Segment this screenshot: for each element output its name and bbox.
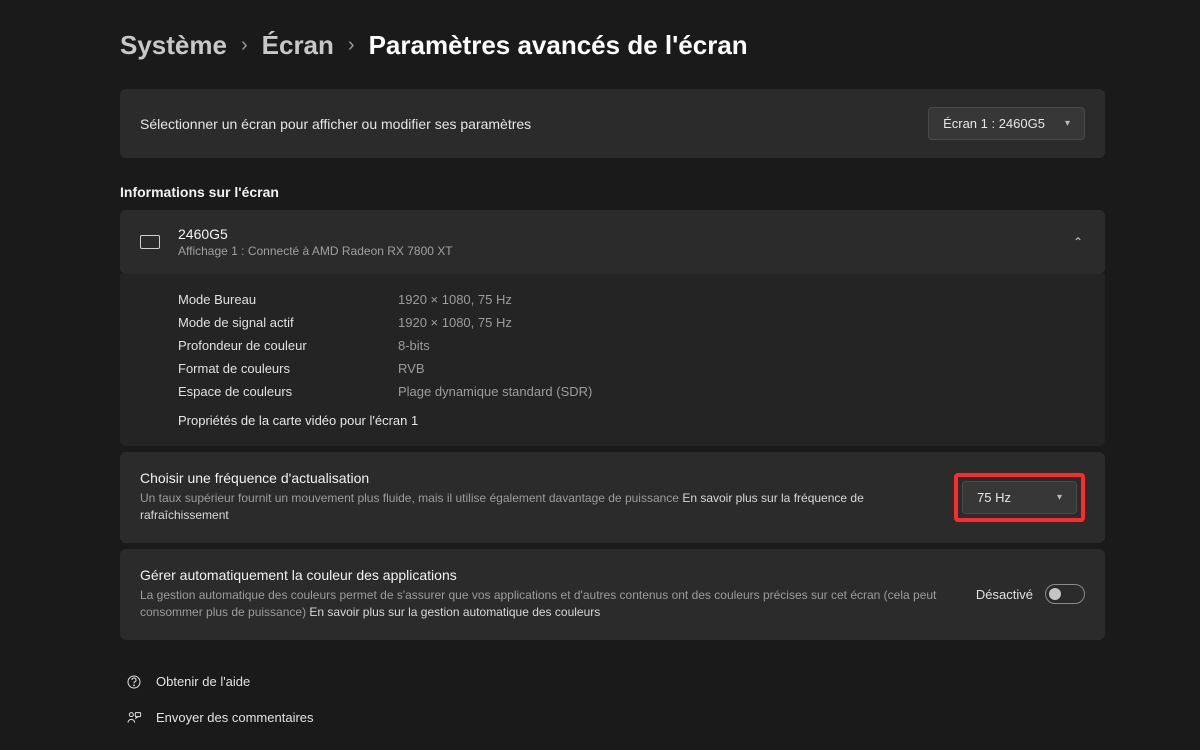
auto-color-title: Gérer automatiquement la couleur des app… xyxy=(140,567,946,583)
auto-color-state: Désactivé xyxy=(976,587,1033,602)
chevron-down-icon: ▾ xyxy=(1065,118,1070,129)
video-card-properties-link[interactable]: Propriétés de la carte vidéo pour l'écra… xyxy=(178,413,1085,428)
toggle-knob xyxy=(1049,588,1061,600)
monitor-icon xyxy=(140,235,160,249)
chevron-down-icon: ▾ xyxy=(1057,492,1062,503)
get-help-link[interactable]: Obtenir de l'aide xyxy=(120,664,1105,700)
refresh-rate-dropdown[interactable]: 75 Hz ▾ xyxy=(962,481,1077,514)
highlight-annotation: 75 Hz ▾ xyxy=(954,473,1085,522)
chevron-up-icon: ⌃ xyxy=(1073,235,1083,249)
auto-color-card: Gérer automatiquement la couleur des app… xyxy=(120,549,1105,640)
page-title: Paramètres avancés de l'écran xyxy=(369,30,748,61)
display-selector-dropdown[interactable]: Écran 1 : 2460G5 ▾ xyxy=(928,107,1085,140)
footer-links: Obtenir de l'aide Envoyer des commentair… xyxy=(120,664,1105,736)
display-info-body: Mode Bureau1920 × 1080, 75 Hz Mode de si… xyxy=(120,274,1105,446)
display-selector-value: Écran 1 : 2460G5 xyxy=(943,116,1045,131)
display-info-heading: Informations sur l'écran xyxy=(120,184,1105,200)
info-row-color-depth: Profondeur de couleur8-bits xyxy=(178,334,1085,357)
help-icon xyxy=(126,674,142,690)
info-row-desktop-mode: Mode Bureau1920 × 1080, 75 Hz xyxy=(178,288,1085,311)
chevron-right-icon: › xyxy=(241,34,248,57)
auto-color-toggle[interactable] xyxy=(1045,584,1085,604)
info-row-color-format: Format de couleursRVB xyxy=(178,357,1085,380)
refresh-rate-card: Choisir une fréquence d'actualisation Un… xyxy=(120,452,1105,543)
chevron-right-icon: › xyxy=(348,34,355,57)
breadcrumb-display[interactable]: Écran xyxy=(262,30,334,61)
info-row-color-space: Espace de couleursPlage dynamique standa… xyxy=(178,380,1085,403)
refresh-rate-desc: Un taux supérieur fournit un mouvement p… xyxy=(140,490,924,525)
display-selector-card: Sélectionner un écran pour afficher ou m… xyxy=(120,89,1105,158)
breadcrumb: Système › Écran › Paramètres avancés de … xyxy=(120,30,1105,61)
display-connection: Affichage 1 : Connecté à AMD Radeon RX 7… xyxy=(178,244,453,258)
color-learn-more-link[interactable]: En savoir plus sur la gestion automatiqu… xyxy=(309,605,600,619)
get-help-label: Obtenir de l'aide xyxy=(156,674,250,689)
send-feedback-link[interactable]: Envoyer des commentaires xyxy=(120,700,1105,736)
refresh-rate-value: 75 Hz xyxy=(977,490,1011,505)
send-feedback-label: Envoyer des commentaires xyxy=(156,710,314,725)
info-row-active-signal: Mode de signal actif1920 × 1080, 75 Hz xyxy=(178,311,1085,334)
display-info-header[interactable]: 2460G5 Affichage 1 : Connecté à AMD Rade… xyxy=(120,210,1105,274)
feedback-icon xyxy=(126,710,142,726)
refresh-rate-title: Choisir une fréquence d'actualisation xyxy=(140,470,924,486)
auto-color-desc: La gestion automatique des couleurs perm… xyxy=(140,587,946,622)
breadcrumb-system[interactable]: Système xyxy=(120,30,227,61)
display-selector-label: Sélectionner un écran pour afficher ou m… xyxy=(140,116,531,132)
display-name: 2460G5 xyxy=(178,226,453,242)
